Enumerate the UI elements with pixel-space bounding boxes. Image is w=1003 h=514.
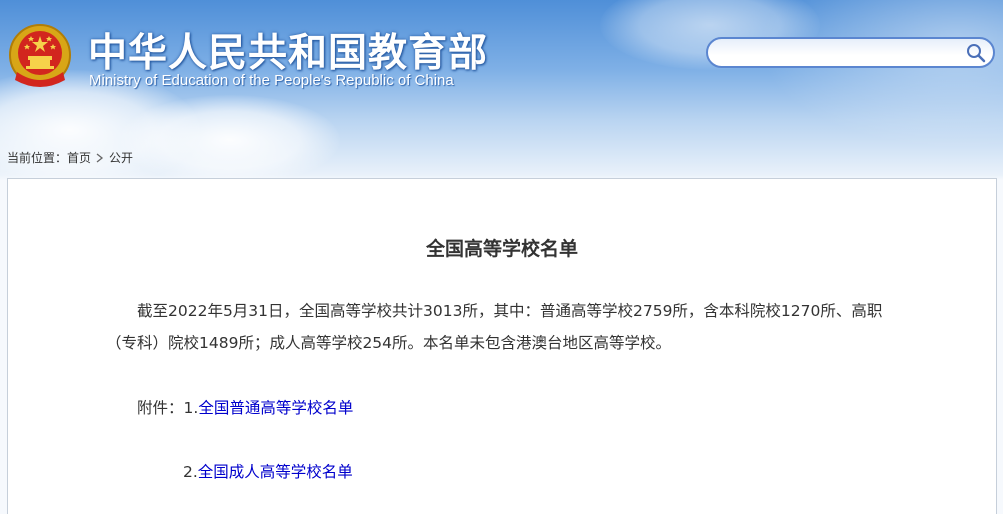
header-banner: 中华人民共和国教育部 Ministry of Education of the …	[0, 0, 1003, 178]
attachments-label: 附件：	[137, 399, 184, 417]
search-box	[706, 37, 995, 68]
site-title: 中华人民共和国教育部	[88, 31, 489, 76]
attachment-1-link[interactable]: 全国普通高等学校名单	[198, 399, 353, 417]
article-title: 全国高等学校名单	[425, 238, 578, 260]
article-panel: 全国高等学校名单 截至2022年5月31日，全国高等学校共计3013所，其中：普…	[7, 178, 997, 514]
search-input[interactable]	[720, 43, 964, 65]
breadcrumb-home-link[interactable]: 首页	[67, 149, 91, 166]
attachment-row-2: 2.全国成人高等学校名单	[183, 460, 353, 482]
attachment-row-1: 附件：1.全国普通高等学校名单	[137, 396, 353, 418]
attachment-2-prefix: 2.	[183, 463, 198, 481]
dandelion-decoration	[703, 0, 1003, 178]
breadcrumb: 当前位置： 首页 公开	[7, 149, 133, 166]
site-subtitle: Ministry of Education of the People's Re…	[89, 72, 454, 89]
national-emblem-icon	[9, 24, 71, 87]
attachment-2-link[interactable]: 全国成人高等学校名单	[198, 463, 353, 481]
search-icon[interactable]	[965, 42, 987, 64]
breadcrumb-label: 当前位置：	[7, 151, 68, 165]
attachment-1-prefix: 1.	[183, 399, 199, 417]
chevron-right-icon	[96, 152, 104, 163]
article-body: 截至2022年5月31日，全国高等学校共计3013所，其中：普通高等学校2759…	[106, 302, 883, 352]
cloud-decoration	[120, 95, 340, 178]
breadcrumb-public-link[interactable]: 公开	[109, 149, 133, 166]
